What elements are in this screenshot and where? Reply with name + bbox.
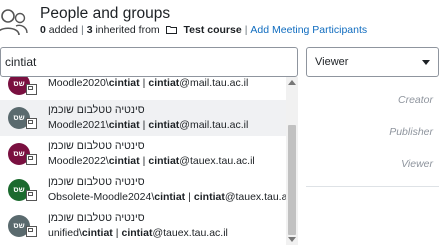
separator: | bbox=[80, 24, 84, 36]
result-email-user: cintiat bbox=[148, 77, 180, 89]
inherited-label: inherited from bbox=[95, 24, 160, 36]
separator: | bbox=[244, 24, 248, 36]
search-input[interactable] bbox=[3, 53, 290, 71]
folder-icon bbox=[165, 26, 177, 34]
results-scrollbar[interactable] bbox=[286, 77, 298, 245]
separator: | bbox=[142, 155, 146, 167]
added-count: 0 bbox=[40, 24, 46, 36]
result-item[interactable]: שס סינטיה טטלבום שוכמן Moodle2022\cintia… bbox=[0, 136, 286, 172]
calendar-icon bbox=[26, 84, 37, 95]
result-detail: Moodle2022\cintiat | cintiat@tauex.tau.ac.… bbox=[48, 155, 255, 167]
participants-summary: 0 added | 3 inherited from Test course | Add… bbox=[40, 24, 367, 36]
chevron-down-icon bbox=[422, 60, 430, 65]
separator: | bbox=[142, 119, 146, 131]
result-prefix: Moodle2020\ bbox=[48, 77, 109, 89]
role-list: Creator Publisher Viewer bbox=[306, 80, 439, 187]
result-detail: Moodle2020\cintiat | cintiat@mail.tau.ac.i… bbox=[48, 77, 248, 89]
scroll-up-icon[interactable] bbox=[288, 80, 296, 85]
result-prefix: Moodle2022\ bbox=[48, 155, 109, 167]
calendar-icon bbox=[26, 154, 37, 165]
search-results-dropdown: שס Moodle2020\cintiat | cintiat@mail.tau.a… bbox=[0, 77, 298, 245]
result-name: סינטיה טטלבום שוכמן bbox=[48, 212, 145, 224]
separator: | bbox=[188, 191, 191, 203]
calendar-icon bbox=[26, 226, 37, 237]
result-user: cintiat bbox=[81, 227, 113, 239]
result-detail: unified\cintiat | cintiat@tauex.tau.ac.il bbox=[48, 227, 228, 239]
role-select-value: Viewer bbox=[315, 56, 349, 68]
people-icon bbox=[0, 9, 28, 36]
scrollbar-thumb[interactable] bbox=[288, 125, 296, 235]
result-user: cintiat bbox=[108, 77, 140, 89]
people-and-groups-header: People and groups 0 added | 3 inherited fr… bbox=[0, 0, 439, 42]
course-name: Test course bbox=[183, 24, 242, 36]
result-email-domain: @tauex.tau.ac.il bbox=[152, 227, 228, 239]
calendar-icon bbox=[26, 118, 37, 129]
result-email-user: cintiat bbox=[193, 191, 225, 203]
inherited-count: 3 bbox=[86, 24, 93, 36]
role-viewer[interactable]: Viewer bbox=[401, 158, 433, 170]
result-email-domain: @mail.tau.ac.il bbox=[179, 119, 249, 131]
result-name: סינטיה טטלבום שוכמן bbox=[48, 176, 145, 188]
result-name: סינטיה טטלבום שוכמן bbox=[48, 104, 145, 116]
result-email-user: cintiat bbox=[148, 119, 180, 131]
role-publisher[interactable]: Publisher bbox=[389, 126, 433, 138]
result-name: סינטיה טטלבום שוכמן bbox=[48, 140, 145, 152]
result-user: cintiat bbox=[108, 155, 140, 167]
result-detail: Obsolete-Moodle2024\cintiat | cintiat@taue… bbox=[48, 191, 298, 203]
page-title: People and groups bbox=[40, 5, 171, 22]
result-prefix: Moodle2021\ bbox=[48, 119, 109, 131]
result-user: cintiat bbox=[108, 119, 140, 131]
result-user: cintiat bbox=[154, 191, 186, 203]
search-field[interactable] bbox=[0, 47, 298, 77]
result-email-user: cintiat bbox=[148, 155, 180, 167]
added-label: added bbox=[48, 24, 78, 36]
result-email-domain: @tauex.tau.ac.il bbox=[179, 155, 255, 167]
role-creator[interactable]: Creator bbox=[398, 94, 433, 106]
add-meeting-participants-link[interactable]: Add Meeting Participants bbox=[250, 24, 367, 36]
result-prefix: Obsolete-Moodle2024\ bbox=[48, 191, 155, 203]
separator: | bbox=[115, 227, 119, 239]
result-item[interactable]: שס סינטיה טטלבום שוכמן unified\cintiat | c… bbox=[0, 208, 286, 244]
result-item[interactable]: שס סינטיה טטלבום שוכמן Obsolete-Moodle20… bbox=[0, 172, 298, 208]
calendar-icon bbox=[26, 190, 37, 201]
scroll-down-icon[interactable] bbox=[288, 237, 296, 242]
result-email-user: cintiat bbox=[121, 227, 153, 239]
separator: | bbox=[142, 77, 146, 89]
result-item[interactable]: שס Moodle2020\cintiat | cintiat@mail.tau.a… bbox=[0, 77, 286, 100]
role-select[interactable]: Viewer bbox=[306, 47, 439, 77]
result-item[interactable]: שס סינטיה טטלבום שוכמן Moodle2021\cintia… bbox=[0, 100, 286, 136]
result-detail: Moodle2021\cintiat | cintiat@mail.tau.ac.i… bbox=[48, 119, 248, 131]
result-email-domain: @mail.tau.ac.il bbox=[179, 77, 249, 89]
result-prefix: unified\ bbox=[48, 227, 82, 239]
